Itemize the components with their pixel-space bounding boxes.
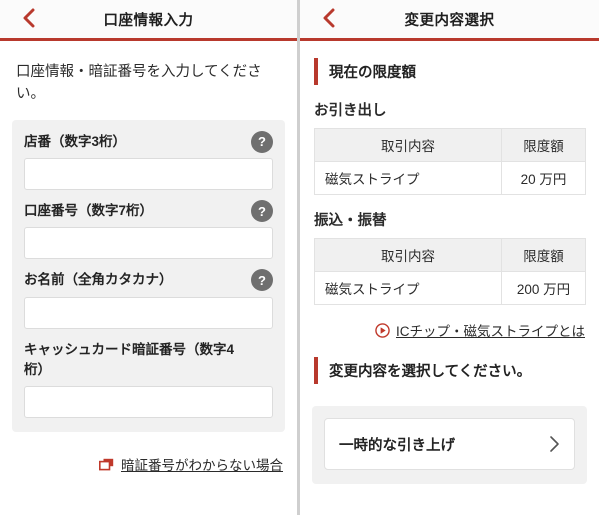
chevron-left-icon: [323, 8, 334, 27]
ic-chip-info-link[interactable]: ICチップ・磁気ストライプとは: [300, 320, 585, 340]
group-title-withdrawal: お引き出し: [314, 103, 387, 119]
field-label: 口座番号（数字7桁）: [24, 203, 154, 219]
chevron-right-icon: [550, 436, 559, 452]
column-header-limit: 限度額: [501, 128, 586, 162]
table-header-row: 取引内容 限度額: [314, 128, 586, 162]
account-info-form: 店番（数字3桁） ? 口座番号（数字7桁） ? お名前（全角カタカナ） ? キャ…: [12, 119, 285, 433]
cell-limit: 20 万円: [501, 161, 586, 195]
left-panel-account-info: 口座情報入力 口座情報・暗証番号を入力してください。 店番（数字3桁） ? 口座…: [0, 0, 297, 515]
section-heading-label: 変更内容を選択してください。: [329, 364, 532, 380]
ic-chip-info-link-label: ICチップ・磁気ストライプとは: [396, 324, 585, 339]
cell-limit: 200 万円: [501, 271, 586, 305]
field-account-name: お名前（全角カタカナ） ?: [24, 269, 273, 329]
limit-table-withdrawal: 取引内容 限度額 磁気ストライプ 20 万円: [314, 128, 586, 195]
left-header: 口座情報入力: [0, 0, 297, 41]
chevron-left-icon: [23, 8, 34, 27]
group-title-transfer: 振込・振替: [314, 213, 387, 229]
field-label: お名前（全角カタカナ）: [24, 272, 173, 288]
forgot-pin-link-label: 暗証番号がわからない場合: [121, 458, 283, 474]
right-page-title: 変更内容選択: [404, 12, 495, 29]
option-temporary-increase[interactable]: 一時的な引き上げ: [324, 418, 575, 470]
table-row: 磁気ストライプ 20 万円: [314, 161, 586, 195]
table-header-row: 取引内容 限度額: [314, 238, 586, 272]
cell-transaction: 磁気ストライプ: [314, 271, 502, 305]
column-header-limit: 限度額: [501, 238, 586, 272]
section-heading-select-change: 変更内容を選択してください。: [314, 357, 599, 384]
section-heading-label: 現在の限度額: [329, 65, 416, 81]
back-button[interactable]: [8, 0, 48, 35]
dual-panel-screen: 口座情報入力 口座情報・暗証番号を入力してください。 店番（数字3桁） ? 口座…: [0, 0, 600, 515]
forgot-pin-link[interactable]: 暗証番号がわからない場合: [0, 454, 283, 474]
limit-table-transfer: 取引内容 限度額 磁気ストライプ 200 万円: [314, 238, 586, 305]
right-header: 変更内容選択: [300, 0, 599, 41]
account-number-input[interactable]: [24, 227, 273, 260]
left-page-title: 口座情報入力: [103, 12, 194, 29]
field-label: キャッシュカード暗証番号（数字4桁）: [24, 341, 235, 377]
field-branch-number: 店番（数字3桁） ?: [24, 130, 273, 191]
play-circle-icon: [375, 322, 390, 338]
account-name-input[interactable]: [24, 296, 273, 329]
change-options-container: 一時的な引き上げ: [312, 406, 587, 484]
field-label: 店番（数字3桁）: [24, 133, 127, 149]
branch-number-input[interactable]: [24, 158, 273, 191]
cell-transaction: 磁気ストライプ: [314, 161, 502, 195]
section-heading-current-limit: 現在の限度額: [314, 58, 599, 85]
cash-card-pin-input[interactable]: [24, 386, 273, 419]
field-cash-card-pin: キャッシュカード暗証番号（数字4桁）: [24, 340, 273, 419]
option-label: 一時的な引き上げ: [339, 437, 455, 454]
question-mark-icon[interactable]: ?: [251, 130, 273, 153]
column-header-transaction: 取引内容: [314, 128, 502, 162]
field-account-number: 口座番号（数字7桁） ?: [24, 200, 273, 260]
column-header-transaction: 取引内容: [314, 238, 502, 272]
intro-text: 口座情報・暗証番号を入力してください。: [16, 64, 262, 103]
table-row: 磁気ストライプ 200 万円: [314, 271, 586, 305]
new-window-icon: [99, 458, 114, 471]
right-panel-change-selection: 変更内容選択 現在の限度額 お引き出し 取引内容 限度額 磁気ストライプ 20 …: [300, 0, 599, 515]
back-button[interactable]: [308, 0, 348, 35]
